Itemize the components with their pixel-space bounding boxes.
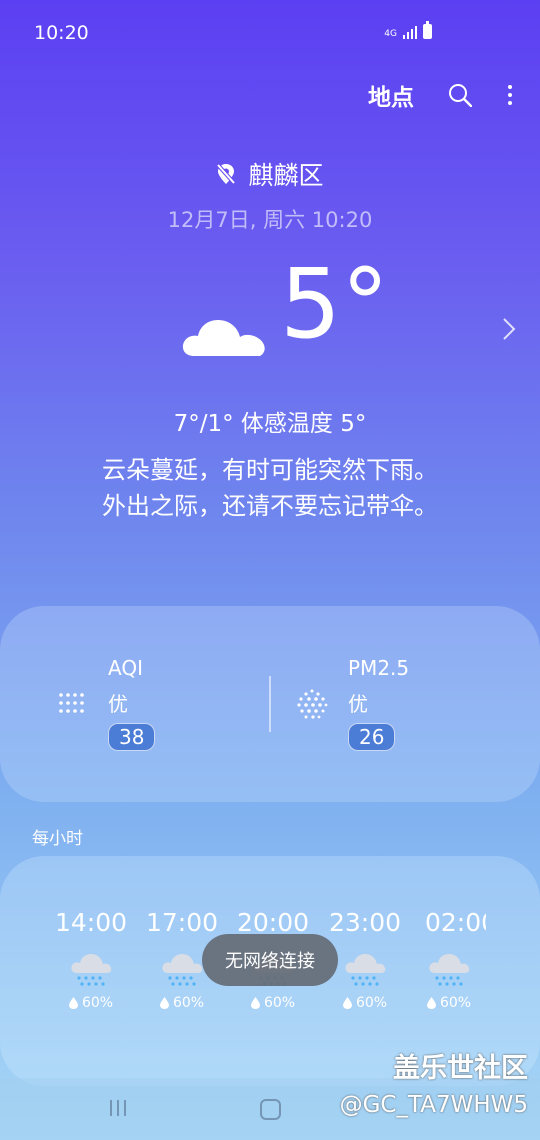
precipitation: 60%: [137, 995, 227, 1011]
aq-divider: [269, 676, 271, 732]
pm25-level: 优: [348, 692, 368, 716]
precipitation: 60%: [228, 995, 318, 1011]
raindrop-icon: [159, 997, 169, 1009]
cloud-icon: [182, 320, 265, 356]
raindrop-icon: [426, 997, 436, 1009]
more-options-icon[interactable]: [506, 85, 514, 105]
aqi-dots-icon: [59, 693, 84, 713]
aqi-level: 优: [108, 692, 128, 716]
current-temperature: 5°: [280, 248, 390, 360]
chevron-right-icon[interactable]: [502, 316, 516, 342]
precipitation-value: 60%: [263, 995, 296, 1011]
location-off-icon: [216, 163, 236, 185]
precipitation: 60%: [46, 995, 136, 1011]
top-actions: 地点: [368, 78, 514, 112]
hourly-item[interactable]: 14:00 60%: [46, 908, 136, 1011]
recent-apps-button[interactable]: [110, 1100, 126, 1116]
hi-lo-feels: 7°/1° 体感温度 5°: [173, 411, 367, 437]
precipitation-value: 60%: [355, 995, 388, 1011]
signal-icon: [403, 26, 417, 39]
status-icons: 4G: [384, 21, 432, 39]
hour-time: 17:00: [145, 908, 219, 937]
air-quality-card[interactable]: AQI 优 38 PM2.5 优 26: [0, 606, 540, 802]
description-line-1: 云朵蔓延，有时可能突然下雨。: [102, 456, 438, 484]
precipitation: 60%: [320, 995, 410, 1011]
rain-cloud-icon: [162, 954, 203, 986]
description-line-2: 外出之际，还请不要忘记带伞。: [102, 492, 438, 520]
pm25-particles-icon: [297, 689, 328, 719]
network-type: 4G: [384, 29, 397, 39]
hour-time: 23:00: [328, 908, 402, 937]
search-icon[interactable]: [448, 83, 472, 107]
raindrop-icon: [250, 997, 260, 1009]
home-button[interactable]: [260, 1099, 281, 1120]
raindrop-icon: [68, 997, 78, 1009]
no-network-toast: 无网络连接: [202, 934, 338, 986]
pm25-item: PM2.5 优 26: [348, 656, 409, 751]
watermark-community: 盖乐世社区: [393, 1053, 528, 1084]
precipitation: 60%: [412, 995, 486, 1011]
hourly-title: 每小时: [32, 829, 83, 849]
battery-icon: [423, 21, 432, 39]
current-weather[interactable]: 5°: [180, 256, 389, 380]
pm25-value-badge: 26: [348, 723, 396, 751]
hourly-item[interactable]: 02:00 60%: [412, 908, 486, 1011]
hour-time: 14:00: [54, 908, 128, 937]
aqi-value-badge: 38: [108, 723, 156, 751]
date-time: 12月7日, 周六 10:20: [167, 208, 373, 232]
location-name: 麒麟区: [248, 161, 324, 190]
watermark-user: @GC_TA7WHW5: [339, 1092, 528, 1118]
location[interactable]: 麒麟区: [0, 156, 540, 192]
precipitation-value: 60%: [439, 995, 472, 1011]
status-bar: 10:20 4G: [0, 0, 540, 64]
hour-time: 20:00: [236, 908, 310, 937]
rain-cloud-icon: [345, 954, 386, 986]
raindrop-icon: [342, 997, 352, 1009]
weather-description: 云朵蔓延，有时可能突然下雨。 外出之际，还请不要忘记带伞。: [0, 452, 540, 524]
rain-cloud-icon: [429, 954, 470, 986]
pm25-label: PM2.5: [348, 656, 410, 680]
status-time: 10:20: [34, 22, 89, 44]
precipitation-value: 60%: [172, 995, 205, 1011]
rain-cloud-icon: [71, 954, 112, 986]
places-button[interactable]: 地点: [368, 78, 414, 112]
aqi-item: AQI 优 38: [108, 656, 156, 751]
aqi-label: AQI: [108, 656, 143, 680]
precipitation-value: 60%: [81, 995, 114, 1011]
hour-time: 02:00: [425, 908, 486, 937]
